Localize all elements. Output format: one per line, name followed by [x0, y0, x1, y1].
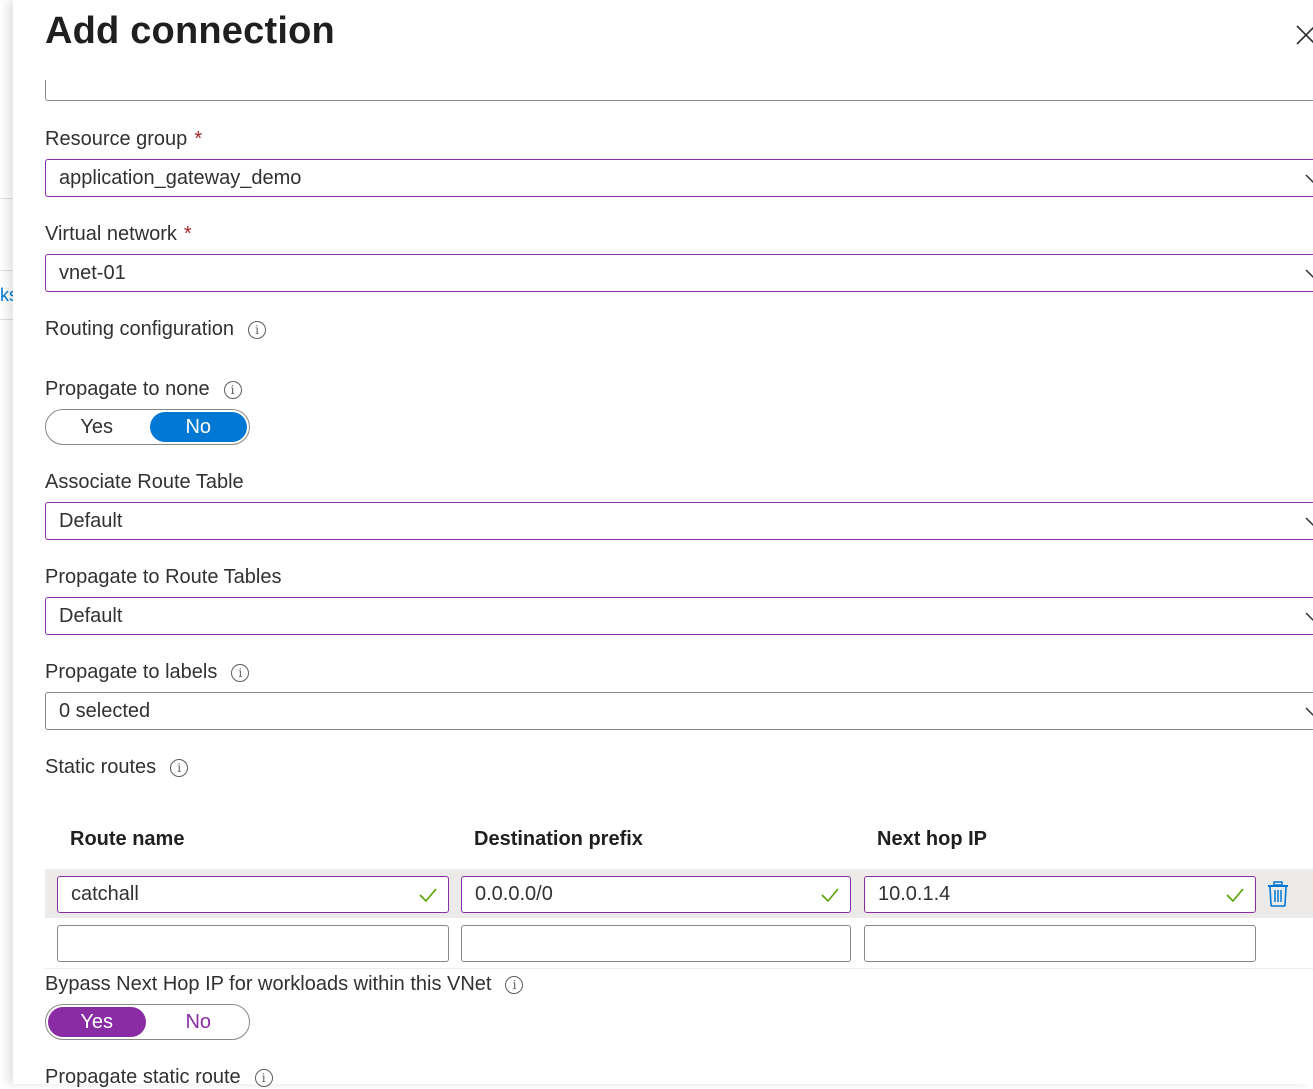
- associate-route-table-dropdown[interactable]: Default: [45, 502, 1313, 540]
- virtual-network-label-text: Virtual network: [45, 223, 177, 245]
- checkmark-icon: [419, 888, 437, 903]
- resource-group-value: application_gateway_demo: [59, 166, 302, 189]
- propagate-to-labels-dropdown[interactable]: 0 selected: [45, 692, 1313, 730]
- chevron-down-icon: [1305, 174, 1313, 184]
- chevron-down-icon: [1305, 269, 1313, 279]
- propagate-to-route-tables-value: Default: [59, 604, 123, 627]
- background-divider: [0, 198, 13, 199]
- close-button[interactable]: [1293, 22, 1313, 48]
- background-page: ks: [0, 0, 13, 1084]
- column-header-route-name: Route name: [70, 828, 185, 850]
- chevron-down-icon: [1305, 612, 1313, 622]
- virtual-network-value: vnet-01: [59, 261, 126, 284]
- bypass-next-hop-label: Bypass Next Hop IP for workloads within …: [45, 973, 524, 996]
- next-hop-ip-input[interactable]: 10.0.1.4: [864, 876, 1256, 913]
- bypass-next-hop-text: Bypass Next Hop IP for workloads within …: [45, 973, 492, 995]
- background-link[interactable]: ks: [0, 285, 13, 306]
- column-header-next-hop-ip: Next hop IP: [877, 828, 988, 850]
- checkmark-icon: [1226, 888, 1244, 903]
- propagate-to-labels-value: 0 selected: [59, 699, 151, 722]
- info-icon[interactable]: i: [505, 975, 524, 994]
- column-header-destination-prefix: Destination prefix: [474, 828, 643, 850]
- associate-route-table-value: Default: [59, 509, 123, 532]
- page-title: Add connection: [45, 10, 335, 52]
- next-hop-ip-value: 10.0.1.4: [878, 883, 951, 905]
- propagate-to-route-tables-label: Propagate to Route Tables: [45, 566, 281, 589]
- required-marker: *: [183, 223, 192, 245]
- destination-prefix-input[interactable]: 0.0.0.0/0: [461, 876, 851, 913]
- propagate-to-labels-label: Propagate to labels i: [45, 661, 250, 684]
- checkmark-icon: [821, 888, 839, 903]
- route-name-input[interactable]: catchall: [57, 876, 449, 913]
- propagate-to-none-text: Propagate to none: [45, 378, 210, 400]
- propagate-to-none-toggle[interactable]: Yes No: [45, 409, 250, 445]
- associate-route-table-label: Associate Route Table: [45, 471, 244, 494]
- propagate-static-route-label: Propagate static route i: [45, 1066, 273, 1089]
- table-divider: [45, 968, 1313, 969]
- new-route-name-input[interactable]: [57, 925, 449, 962]
- info-icon[interactable]: i: [248, 320, 267, 339]
- chevron-down-icon: [1305, 707, 1313, 717]
- static-routes-text: Static routes: [45, 756, 157, 778]
- route-name-value: catchall: [71, 883, 139, 905]
- static-routes-label: Static routes i: [45, 756, 189, 779]
- toggle-option-no-selected[interactable]: No: [149, 412, 247, 442]
- new-next-hop-ip-input[interactable]: [864, 925, 1256, 962]
- propagate-static-route-text: Propagate static route: [45, 1066, 241, 1088]
- add-connection-panel: Add connection Resource group * applicat…: [13, 0, 1313, 1088]
- routing-configuration-text: Routing configuration: [45, 318, 235, 340]
- virtual-network-label: Virtual network *: [45, 223, 192, 246]
- background-divider: [0, 270, 13, 271]
- trash-icon: [1268, 881, 1288, 907]
- required-marker: *: [194, 128, 203, 150]
- delete-route-button[interactable]: [1266, 880, 1290, 908]
- scrolled-field-bottom: [45, 80, 1313, 101]
- close-icon: [1296, 25, 1313, 45]
- toggle-option-yes[interactable]: Yes: [48, 412, 146, 442]
- routing-configuration-label: Routing configuration i: [45, 318, 267, 341]
- new-destination-prefix-input[interactable]: [461, 925, 851, 962]
- resource-group-dropdown[interactable]: application_gateway_demo: [45, 159, 1313, 197]
- resource-group-label-text: Resource group: [45, 128, 188, 150]
- info-icon[interactable]: i: [231, 663, 250, 682]
- chevron-down-icon: [1305, 517, 1313, 527]
- propagate-to-labels-text: Propagate to labels: [45, 661, 218, 683]
- destination-prefix-value: 0.0.0.0/0: [475, 883, 553, 905]
- info-icon[interactable]: i: [170, 758, 189, 777]
- associate-route-table-text: Associate Route Table: [45, 471, 244, 493]
- background-divider: [0, 319, 13, 320]
- virtual-network-dropdown[interactable]: vnet-01: [45, 254, 1313, 292]
- info-icon[interactable]: i: [223, 380, 242, 399]
- propagate-to-none-label: Propagate to none i: [45, 378, 242, 401]
- bypass-next-hop-toggle[interactable]: Yes No: [45, 1004, 250, 1040]
- toggle-option-yes-selected[interactable]: Yes: [48, 1007, 146, 1037]
- propagate-to-route-tables-text: Propagate to Route Tables: [45, 566, 282, 588]
- propagate-to-route-tables-dropdown[interactable]: Default: [45, 597, 1313, 635]
- resource-group-label: Resource group *: [45, 128, 202, 151]
- toggle-option-no[interactable]: No: [150, 1007, 248, 1037]
